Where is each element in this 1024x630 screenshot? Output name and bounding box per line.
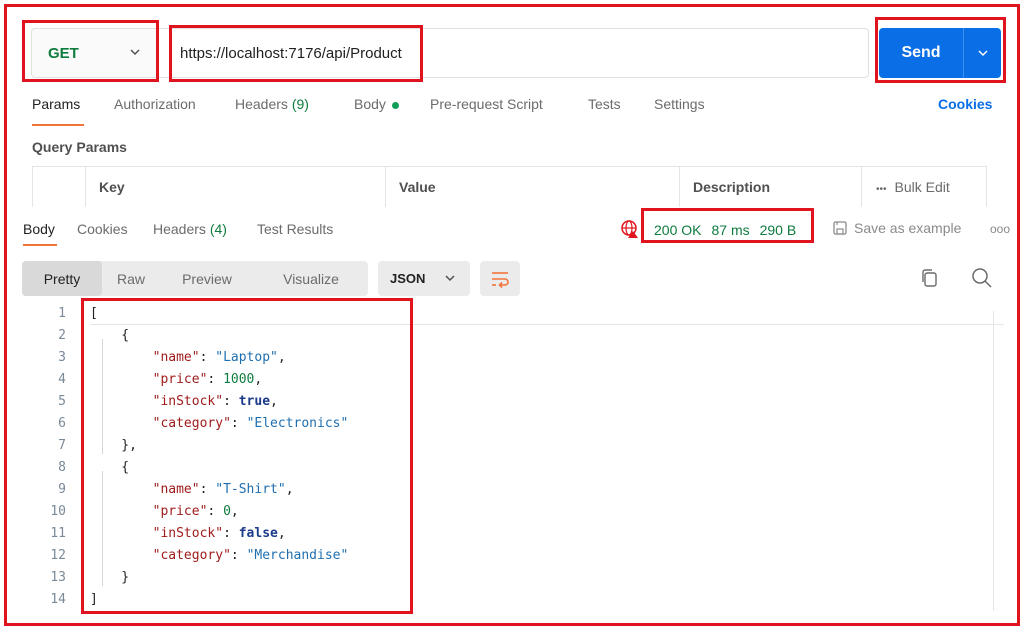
line-number: 9 xyxy=(58,482,66,497)
column-divider xyxy=(861,167,862,207)
more-icon: ••• xyxy=(876,184,887,195)
line-number: 11 xyxy=(50,526,66,541)
bulk-edit-label: Bulk Edit xyxy=(894,179,950,195)
code-right-rule xyxy=(993,311,994,611)
network-globe-icon[interactable] xyxy=(620,219,640,239)
line-number: 8 xyxy=(58,460,66,475)
query-params-title: Query Params xyxy=(32,139,127,155)
column-header-description: Description xyxy=(679,167,861,207)
line-number: 2 xyxy=(58,328,66,343)
line-number: 3 xyxy=(58,350,66,365)
tab-params[interactable]: Params xyxy=(32,96,80,112)
line-number: 1 xyxy=(58,306,66,321)
tab-label: Authorization xyxy=(114,96,196,112)
line-number: 12 xyxy=(50,548,66,563)
active-response-tab-indicator xyxy=(23,244,57,246)
column-header-value: Value xyxy=(385,167,679,207)
format-label: JSON xyxy=(390,271,426,286)
tab-authorization[interactable]: Authorization xyxy=(114,96,196,112)
search-icon[interactable] xyxy=(971,267,993,289)
tab-label: Tests xyxy=(588,96,621,112)
line-number: 5 xyxy=(58,394,66,409)
copy-icon[interactable] xyxy=(918,267,940,289)
save-icon xyxy=(833,221,847,235)
tab-label: Body xyxy=(354,96,386,112)
line-number: 10 xyxy=(50,504,66,519)
highlight-box-method xyxy=(22,20,159,82)
query-params-table: Key Value Description ••• Bulk Edit xyxy=(32,166,987,207)
view-mode-visualize[interactable]: Visualize xyxy=(254,261,368,296)
response-tab-body[interactable]: Body xyxy=(23,221,55,237)
tab-count: (4) xyxy=(209,221,227,237)
tab-label: Pre-request Script xyxy=(430,96,543,112)
format-select[interactable]: JSON xyxy=(378,261,470,296)
wrap-lines-icon xyxy=(492,271,509,288)
tab-label: Settings xyxy=(654,96,705,112)
save-as-example-label: Save as example xyxy=(854,220,962,236)
response-tab-headers[interactable]: Headers (4) xyxy=(153,221,227,237)
highlight-box-url xyxy=(169,25,423,82)
tab-label: Cookies xyxy=(77,221,128,237)
highlight-box-response-body xyxy=(81,298,413,614)
chevron-down-icon xyxy=(445,275,455,282)
highlight-box-status xyxy=(641,208,814,243)
bulk-edit-button[interactable]: ••• Bulk Edit xyxy=(876,179,950,195)
view-mode-raw[interactable]: Raw xyxy=(102,261,160,296)
column-header-key: Key xyxy=(85,167,385,207)
active-tab-indicator xyxy=(32,124,84,126)
response-tab-test-results[interactable]: Test Results xyxy=(257,221,333,237)
tab-label: Params xyxy=(32,96,81,112)
wrap-lines-button[interactable] xyxy=(480,261,520,296)
response-tab-cookies[interactable]: Cookies xyxy=(77,221,128,237)
tab-label: Headers xyxy=(153,221,206,237)
line-number: 13 xyxy=(50,570,66,585)
line-number: 4 xyxy=(58,372,66,387)
highlight-box-send xyxy=(875,17,1006,83)
view-mode-preview[interactable]: Preview xyxy=(160,261,254,296)
line-number: 6 xyxy=(58,416,66,431)
tab-tests[interactable]: Tests xyxy=(588,96,621,112)
tab-count: (9) xyxy=(291,96,309,112)
more-icon[interactable]: ooo xyxy=(990,222,1010,236)
cookies-link[interactable]: Cookies xyxy=(938,96,992,112)
tab-body[interactable]: Body xyxy=(354,96,399,112)
tab-label: Headers xyxy=(235,96,288,112)
save-as-example-button[interactable]: Save as example xyxy=(832,220,961,236)
tab-headers[interactable]: Headers (9) xyxy=(235,96,309,112)
tab-settings[interactable]: Settings xyxy=(654,96,705,112)
modified-dot-icon xyxy=(391,101,399,109)
tab-pre-request-script[interactable]: Pre-request Script xyxy=(430,96,543,112)
tab-label: Body xyxy=(23,221,55,237)
line-number: 14 xyxy=(50,592,66,607)
view-mode-pretty[interactable]: Pretty xyxy=(22,261,102,296)
tab-label: Test Results xyxy=(257,221,334,237)
line-number: 7 xyxy=(58,438,66,453)
view-mode-segmented-control: Pretty Raw Preview Visualize xyxy=(22,261,368,296)
